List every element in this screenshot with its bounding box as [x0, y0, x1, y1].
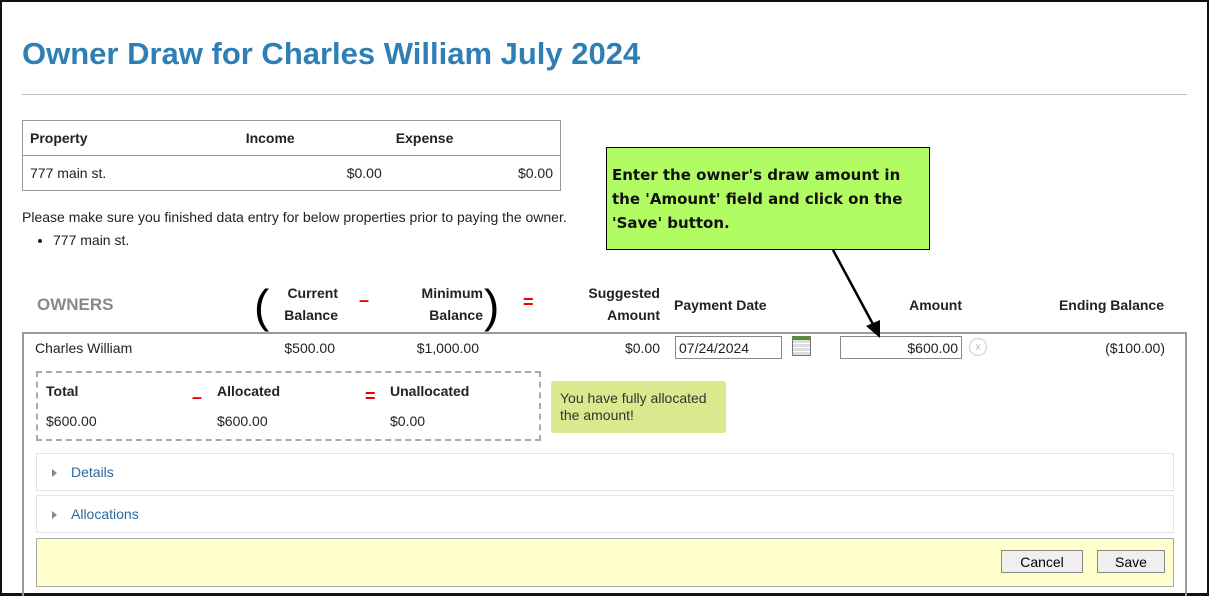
expand-triangle-icon: [52, 469, 57, 477]
properties-list: 777 main st.: [13, 232, 129, 248]
suggested-amount: $0.00: [624, 340, 660, 356]
table-header-row: Property Income Expense: [22, 120, 561, 156]
equals-sign: =: [365, 386, 376, 406]
clear-amount-icon[interactable]: x: [969, 338, 987, 356]
total-label: Total: [46, 383, 79, 399]
allocations-section[interactable]: Allocations: [36, 495, 1174, 533]
cell-property: 777 main st.: [22, 155, 239, 191]
minus-sign: –: [359, 290, 370, 310]
divider: [22, 94, 1187, 95]
list-item: 777 main st.: [53, 232, 129, 248]
callout-arrow-icon: [831, 249, 880, 338]
minimum-balance: $1,000.00: [416, 340, 479, 356]
col-amount: Amount: [909, 297, 962, 313]
current-balance: $500.00: [284, 340, 335, 356]
unallocated-label: Unallocated: [390, 383, 470, 399]
col-property: Property: [22, 120, 239, 156]
col-minimum-balance: Minimum Balance: [421, 285, 483, 323]
page-title: Owner Draw for Charles William July 2024: [22, 36, 641, 71]
property-table: Property Income Expense 777 main st. $0.…: [22, 120, 561, 191]
allocation-message: You have fully allocated the amount!: [551, 381, 726, 433]
cell-expense: $0.00: [388, 155, 561, 191]
details-label: Details: [71, 464, 114, 480]
save-button[interactable]: Save: [1097, 550, 1165, 573]
ending-balance: ($100.00): [1105, 340, 1165, 356]
table-row: 777 main st. $0.00 $0.00: [22, 155, 561, 191]
open-paren: (: [254, 280, 270, 332]
owner-name: Charles William: [35, 340, 133, 356]
col-payment-date: Payment Date: [674, 297, 767, 313]
allocations-label: Allocations: [71, 506, 139, 522]
close-paren: ): [484, 280, 500, 332]
allocated-label: Allocated: [217, 383, 281, 399]
col-ending-balance: Ending Balance: [1058, 297, 1164, 313]
cell-income: $0.00: [238, 155, 389, 191]
col-current-balance: Current Balance: [284, 285, 338, 323]
cancel-button[interactable]: Cancel: [1001, 550, 1083, 573]
notice-text: Please make sure you finished data entry…: [22, 209, 567, 225]
minus-sign: –: [192, 387, 203, 407]
col-suggested-amount: Suggested Amount: [588, 285, 660, 323]
instruction-callout: Enter the owner's draw amount in the 'Am…: [606, 147, 930, 250]
col-income: Income: [238, 120, 389, 156]
allocation-summary: [36, 371, 541, 441]
owners-heading: OWNERS: [37, 295, 114, 314]
unallocated-value: $0.00: [390, 413, 426, 429]
payment-date-input[interactable]: [675, 336, 782, 359]
equals-sign: =: [523, 292, 534, 312]
details-section[interactable]: Details: [36, 453, 1174, 491]
expand-triangle-icon: [52, 511, 57, 519]
allocated-value: $600.00: [217, 413, 268, 429]
col-expense: Expense: [388, 120, 561, 156]
calendar-icon[interactable]: [792, 336, 811, 356]
total-value: $600.00: [46, 413, 97, 429]
